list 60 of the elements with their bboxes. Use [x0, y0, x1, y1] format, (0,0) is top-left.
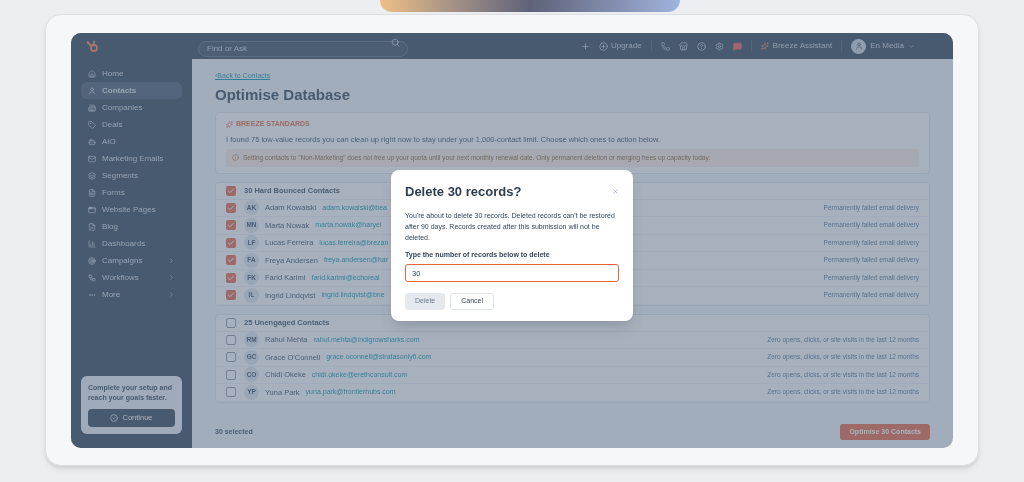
checkbox[interactable] [226, 387, 236, 398]
checkbox[interactable] [226, 369, 236, 380]
nav-item[interactable]: Forms [81, 184, 182, 201]
layers-icon [88, 171, 96, 180]
dialog-title: Delete 30 records? [405, 183, 522, 201]
upgrade-button[interactable]: Upgrade [598, 40, 642, 52]
info-icon [232, 154, 239, 162]
nav-item[interactable]: More [81, 286, 182, 303]
checkbox[interactable] [226, 334, 236, 345]
checkbox[interactable] [226, 202, 236, 213]
nav-item[interactable]: Home [81, 65, 182, 82]
home-icon [88, 69, 96, 78]
nav-item[interactable]: Contacts [81, 82, 182, 99]
mail-icon [88, 154, 96, 163]
checkbox[interactable] [226, 255, 236, 266]
caret-icon [908, 42, 915, 50]
nav-item[interactable]: Marketing Emails [81, 150, 182, 167]
window-icon [88, 205, 96, 214]
person-icon [88, 86, 96, 95]
nav-item[interactable]: Segments [81, 167, 182, 184]
checkbox[interactable] [226, 185, 236, 196]
nav-item[interactable]: AIO [81, 133, 182, 150]
close-icon[interactable] [612, 188, 619, 196]
checkbox[interactable] [226, 237, 236, 248]
search-icon [391, 37, 400, 47]
checkbox[interactable] [226, 272, 236, 283]
bar-chart-icon [88, 239, 96, 248]
checkbox[interactable] [226, 352, 236, 363]
target-icon [88, 256, 96, 265]
document-icon [88, 222, 96, 231]
tag-icon [88, 120, 96, 129]
avatar-icon [851, 38, 867, 54]
nav-item[interactable]: Dashboards [81, 235, 182, 252]
checkbox[interactable] [226, 220, 236, 231]
sprocket-logo-icon[interactable] [85, 39, 99, 53]
help-icon[interactable] [696, 41, 706, 51]
plus-icon[interactable] [580, 41, 590, 51]
store-icon[interactable] [678, 41, 688, 51]
checkbox[interactable] [226, 317, 236, 328]
workflow-icon [88, 273, 96, 282]
building-icon [88, 103, 96, 112]
sparkle-icon [760, 42, 769, 50]
nav-item[interactable]: Workflows [81, 269, 182, 286]
chat-icon[interactable] [732, 41, 742, 51]
nav-item[interactable]: Campaigns [81, 252, 182, 269]
nav-item[interactable]: Companies [81, 99, 182, 116]
sparkle-icon [226, 120, 233, 128]
check-circle-icon [110, 414, 119, 422]
assistant-button[interactable]: Breeze Assistant [760, 40, 833, 52]
robot-icon [88, 137, 96, 146]
account-menu[interactable]: En Media [851, 38, 915, 54]
nav-item[interactable]: Website Pages [81, 201, 182, 218]
settings-icon[interactable] [714, 41, 724, 51]
page-title: Optimise Database [215, 84, 352, 105]
nav-item[interactable]: Deals [81, 116, 182, 133]
nav-item[interactable]: Blog [81, 218, 182, 235]
form-icon [88, 188, 96, 197]
checkbox[interactable] [226, 290, 236, 301]
phone-icon[interactable] [660, 41, 670, 51]
plus-circle-icon [598, 41, 608, 51]
